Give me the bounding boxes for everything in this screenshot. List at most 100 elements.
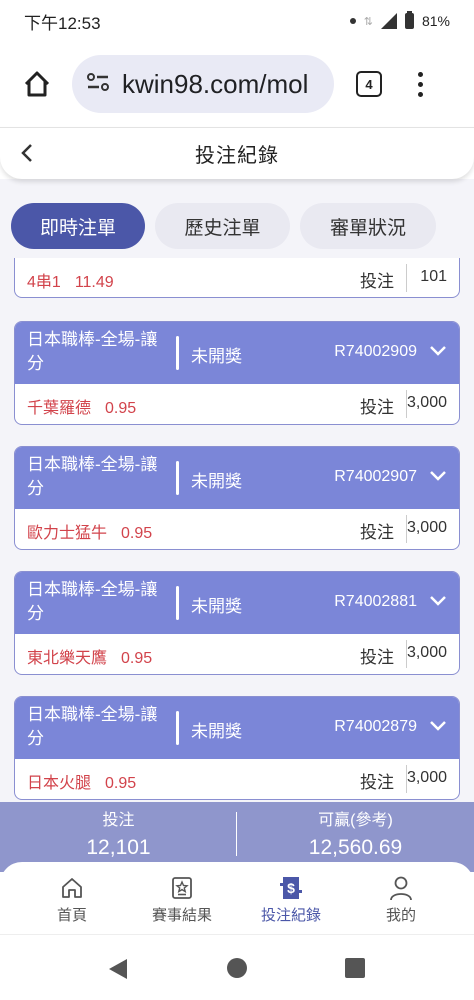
summary-win-value: 12,560.69 bbox=[308, 836, 403, 859]
league-name: 日本職棒-全場-讓分 bbox=[27, 705, 158, 748]
results-icon bbox=[127, 874, 237, 902]
chevron-down-icon[interactable] bbox=[429, 344, 447, 362]
tab-review-status[interactable]: 審單狀況 bbox=[300, 203, 436, 249]
main-content: 即時注單 歷史注單 審單狀況 4串1 11.49 投注 101 日本職棒-全場-讓… bbox=[0, 179, 474, 802]
card-body: 日本火腿 0.95 投注 3,000 bbox=[15, 759, 459, 799]
card-body: 東北樂天鷹 0.95 投注 3,000 bbox=[15, 634, 459, 674]
system-recents-icon[interactable] bbox=[344, 957, 366, 984]
site-settings-icon[interactable] bbox=[86, 71, 110, 98]
back-arrow-icon[interactable] bbox=[14, 140, 40, 166]
bet-pick: 4串1 11.49 bbox=[27, 268, 114, 292]
nav-home[interactable]: 首頁 bbox=[17, 874, 127, 925]
signal-icon bbox=[380, 13, 397, 29]
summary-total-bet: 投注 12,101 bbox=[0, 806, 237, 860]
tab-bar: 即時注單 歷史注單 審單狀況 bbox=[0, 199, 474, 249]
tab-history-bets[interactable]: 歷史注單 bbox=[155, 203, 290, 249]
nav-bet-record[interactable]: $ 投注紀錄 bbox=[236, 874, 346, 925]
card-header[interactable]: 日本職棒-全場-讓分 未開獎 R74002909 bbox=[15, 322, 459, 384]
bet-card[interactable]: 日本職棒-全場-讓分 未開獎 R74002879 日本火腿 0.95 投注 3,0… bbox=[14, 696, 460, 800]
bet-id: R74002907 bbox=[334, 468, 417, 485]
nav-results-label: 賽事結果 bbox=[151, 907, 212, 924]
bet-id: R74002909 bbox=[334, 343, 417, 360]
pick-name: 千葉羅德 bbox=[27, 400, 92, 417]
browser-toolbar: kwin98.com/mol 4 bbox=[0, 42, 474, 126]
bet-pick: 東北樂天鷹 0.95 bbox=[27, 644, 152, 668]
bet-card[interactable]: 日本職棒-全場-讓分 未開獎 R74002881 東北樂天鷹 0.95 投注 3,… bbox=[14, 571, 460, 675]
browser-menu-icon[interactable] bbox=[418, 71, 423, 97]
card-header[interactable]: 日本職棒-全場-讓分 未開獎 R74002879 bbox=[15, 697, 459, 759]
bet-card[interactable]: 日本職棒-全場-讓分 未開獎 R74002909 千葉羅德 0.95 投注 3,0… bbox=[14, 321, 460, 425]
card-body: 歐力士猛牛 0.95 投注 3,000 bbox=[15, 509, 459, 549]
data-arrows-icon: ⇅ bbox=[363, 15, 373, 28]
pick-odds: 11.49 bbox=[74, 274, 114, 291]
bet-id: R74002881 bbox=[334, 593, 417, 610]
chevron-down-icon[interactable] bbox=[429, 719, 447, 737]
tab-live-bets[interactable]: 即時注單 bbox=[11, 203, 145, 249]
system-back-icon[interactable] bbox=[107, 957, 129, 986]
bet-label: 投注 bbox=[360, 272, 394, 291]
pick-odds: 0.95 bbox=[105, 775, 137, 792]
status-bar: 下午12:53 ⇅ 81% bbox=[0, 0, 474, 42]
bet-amount: 3,000 bbox=[406, 519, 447, 536]
system-home-icon[interactable] bbox=[226, 957, 248, 984]
url-text[interactable]: kwin98.com/mol bbox=[122, 69, 308, 100]
summary-bet-value: 12,101 bbox=[86, 836, 151, 859]
bet-status: 未開獎 bbox=[191, 597, 242, 616]
bet-list: 4串1 11.49 投注 101 日本職棒-全場-讓分 未開獎 R74002909… bbox=[0, 258, 474, 802]
card-header[interactable]: 日本職棒-全場-讓分 未開獎 R74002907 bbox=[15, 447, 459, 509]
notification-dot-icon bbox=[349, 18, 356, 24]
league-name: 日本職棒-全場-讓分 bbox=[27, 580, 158, 623]
pick-name: 歐力士猛牛 bbox=[27, 525, 108, 542]
bet-pick: 日本火腿 0.95 bbox=[27, 769, 136, 793]
battery-percent: 81% bbox=[421, 13, 450, 29]
chevron-down-icon[interactable] bbox=[429, 469, 447, 487]
divider bbox=[176, 336, 179, 370]
league-name: 日本職棒-全場-讓分 bbox=[27, 455, 158, 498]
bet-card-partial[interactable]: 4串1 11.49 投注 101 bbox=[14, 258, 460, 298]
bet-status: 未開獎 bbox=[191, 722, 242, 741]
bet-amount: 3,000 bbox=[406, 394, 447, 411]
card-body: 千葉羅德 0.95 投注 3,000 bbox=[15, 384, 459, 424]
divider bbox=[176, 711, 179, 745]
chevron-down-icon[interactable] bbox=[429, 594, 447, 612]
nav-profile-label: 我的 bbox=[385, 907, 416, 924]
bet-status: 未開獎 bbox=[191, 347, 242, 366]
bet-label: 投注 bbox=[360, 648, 394, 667]
pick-odds: 0.95 bbox=[121, 525, 153, 542]
address-bar[interactable]: kwin98.com/mol bbox=[72, 55, 334, 113]
divider bbox=[406, 264, 407, 292]
bet-label: 投注 bbox=[360, 523, 394, 542]
pick-name: 日本火腿 bbox=[27, 775, 92, 792]
page-header: 投注紀錄 bbox=[0, 127, 474, 179]
divider bbox=[176, 586, 179, 620]
battery-icon bbox=[404, 11, 414, 29]
nav-bet-record-label: 投注紀錄 bbox=[260, 907, 321, 924]
divider bbox=[176, 461, 179, 495]
bottom-navigation: 首頁 賽事結果 $ 投注紀錄 我的 bbox=[0, 862, 474, 934]
league-name: 日本職棒-全場-讓分 bbox=[27, 330, 158, 373]
system-navigation-bar bbox=[0, 934, 474, 1000]
bet-amount: 3,000 bbox=[406, 644, 447, 661]
nav-results[interactable]: 賽事結果 bbox=[127, 874, 237, 925]
tab-switcher-button[interactable]: 4 bbox=[356, 71, 382, 97]
nav-profile[interactable]: 我的 bbox=[346, 874, 456, 925]
status-time: 下午12:53 bbox=[24, 13, 101, 33]
bet-pick: 千葉羅德 0.95 bbox=[27, 394, 136, 418]
bet-card[interactable]: 日本職棒-全場-讓分 未開獎 R74002907 歐力士猛牛 0.95 投注 3,… bbox=[14, 446, 460, 550]
summary-bet-label: 投注 bbox=[102, 812, 135, 829]
card-header[interactable]: 日本職棒-全場-讓分 未開獎 R74002881 bbox=[15, 572, 459, 634]
bet-pick: 歐力士猛牛 0.95 bbox=[27, 519, 152, 543]
summary-win-label: 可贏(參考) bbox=[318, 812, 393, 829]
pick-name: 4串1 bbox=[27, 274, 61, 291]
bet-amount: 101 bbox=[420, 268, 447, 285]
profile-icon bbox=[346, 874, 456, 902]
svg-text:$: $ bbox=[287, 880, 295, 896]
status-icons: ⇅ 81% bbox=[349, 11, 450, 29]
browser-home-icon[interactable] bbox=[18, 65, 56, 103]
bet-label: 投注 bbox=[360, 773, 394, 792]
page-title: 投注紀錄 bbox=[195, 145, 279, 167]
bet-amount: 3,000 bbox=[406, 769, 447, 786]
bet-status: 未開獎 bbox=[191, 472, 242, 491]
bet-label: 投注 bbox=[360, 398, 394, 417]
bet-record-icon: $ bbox=[236, 874, 346, 902]
